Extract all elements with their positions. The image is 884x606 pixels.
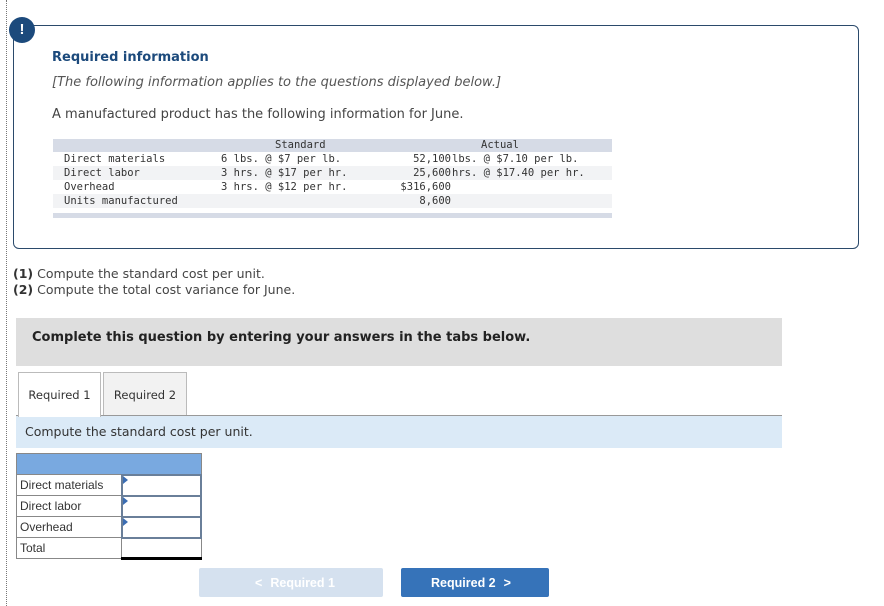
question-text: Compute the total cost variance for June…	[37, 282, 296, 297]
data-row: Units manufactured 8,600	[53, 194, 612, 208]
data-table-header: Standard Actual	[53, 139, 612, 152]
row-label: Units manufactured	[64, 195, 178, 207]
instruction-banner: Complete this question by entering your …	[16, 318, 782, 366]
question-prompt: Compute the standard cost per unit.	[16, 416, 782, 448]
total-value	[121, 537, 202, 560]
overhead-input[interactable]	[122, 518, 200, 536]
input-flag-icon	[122, 517, 128, 526]
question-number: (1)	[13, 266, 34, 281]
product-data-table: Standard Actual Direct materials 6 lbs. …	[53, 139, 612, 218]
answer-label: Direct materials	[15, 474, 123, 496]
question-item: (2) Compute the total cost variance for …	[13, 282, 295, 298]
row-standard: 6 lbs. @ $7 per lb.	[221, 153, 342, 165]
exclamation-icon: !	[9, 17, 35, 43]
question-number: (2)	[13, 282, 34, 297]
row-actual-qty: 8,600	[419, 195, 451, 207]
answer-row: Total	[15, 537, 202, 560]
data-table-footer	[53, 213, 612, 218]
info-title: Required information	[52, 50, 209, 65]
data-row: Direct labor 3 hrs. @ $17 per hr. 25,600…	[53, 166, 612, 180]
previous-required-button[interactable]: < Required 1	[199, 568, 383, 597]
tab-required-2[interactable]: Required 2	[103, 372, 187, 416]
row-label: Direct labor	[64, 167, 140, 179]
input-flag-icon	[122, 496, 128, 505]
row-actual-qty: $316,600	[400, 181, 451, 193]
row-actual-rest: hrs. @ $17.40 per hr.	[452, 167, 585, 179]
data-row: Direct materials 6 lbs. @ $7 per lb. 52,…	[53, 152, 612, 166]
row-label: Direct materials	[64, 153, 166, 165]
answer-row: Direct labor	[15, 494, 203, 518]
question-text: Compute the standard cost per unit.	[37, 266, 265, 281]
row-label: Overhead	[64, 181, 115, 193]
tab-required-1[interactable]: Required 1	[18, 372, 101, 417]
chevron-left-icon: <	[255, 575, 263, 590]
chevron-right-icon: >	[503, 575, 511, 590]
header-actual: Actual	[481, 139, 519, 151]
row-standard: 3 hrs. @ $12 per hr.	[221, 181, 348, 193]
direct-labor-input[interactable]	[122, 497, 200, 515]
previous-button-label: Required 1	[270, 575, 335, 590]
row-actual-qty: 25,600	[413, 167, 451, 179]
next-button-label: Required 2	[431, 575, 496, 590]
answer-row: Direct materials	[15, 473, 203, 497]
question-item: (1) Compute the standard cost per unit.	[13, 266, 295, 282]
answer-label: Direct labor	[15, 495, 123, 517]
info-intro: A manufactured product has the following…	[52, 107, 464, 122]
next-required-button[interactable]: Required 2 >	[401, 568, 549, 597]
answer-table: Direct materials Direct labor Overhead T…	[15, 453, 203, 560]
answer-row: Overhead	[15, 515, 203, 539]
info-note: [The following information applies to th…	[52, 75, 502, 90]
left-margin-divider	[6, 0, 7, 606]
question-list: (1) Compute the standard cost per unit. …	[13, 266, 295, 298]
answer-label: Overhead	[15, 516, 123, 538]
answer-table-header	[16, 453, 202, 475]
header-standard: Standard	[275, 139, 326, 151]
row-actual-rest: lbs. @ $7.10 per lb.	[452, 153, 579, 165]
data-row: Overhead 3 hrs. @ $12 per hr. $316,600	[53, 180, 612, 194]
row-standard: 3 hrs. @ $17 per hr.	[221, 167, 348, 179]
row-actual-qty: 52,100	[413, 153, 451, 165]
direct-materials-input[interactable]	[122, 476, 200, 494]
answer-label: Total	[15, 537, 123, 559]
input-flag-icon	[122, 475, 128, 484]
